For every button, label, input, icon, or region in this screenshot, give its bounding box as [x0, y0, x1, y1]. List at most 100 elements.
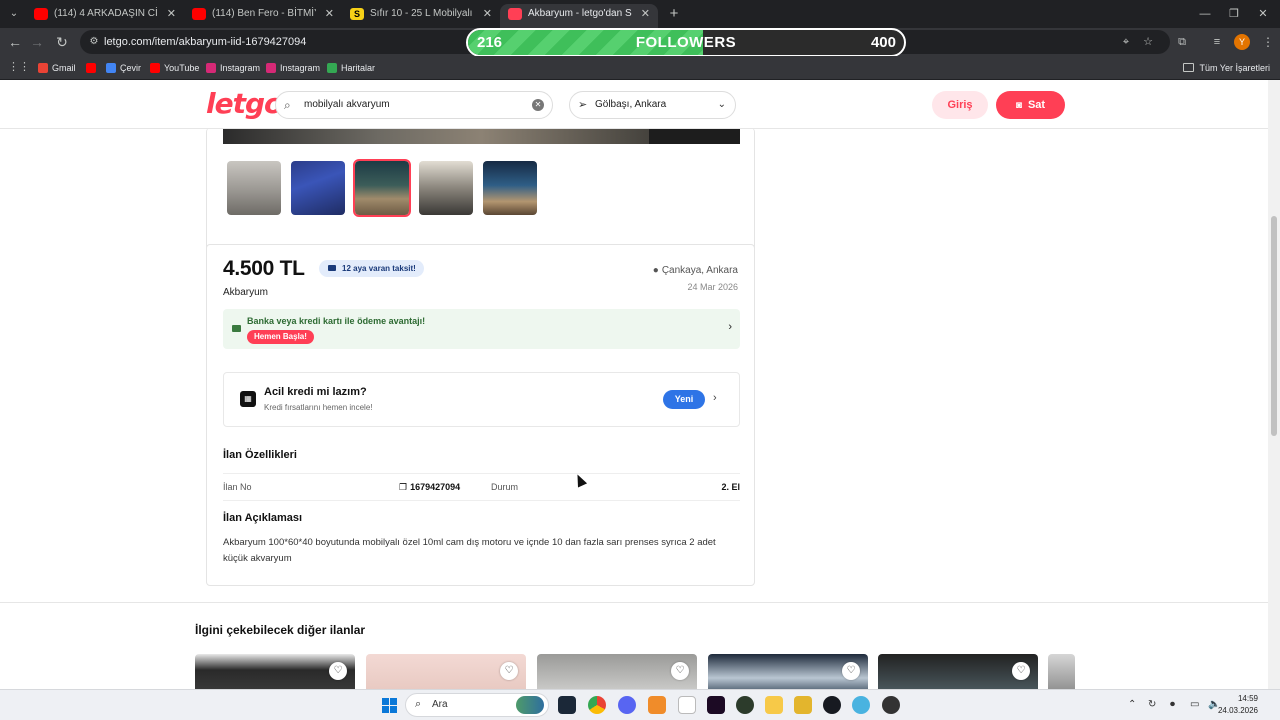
- heart-icon[interactable]: ♡: [842, 662, 860, 680]
- browser-tab-active[interactable]: Akbaryum - letgo'dan Sıfırında ✕: [500, 4, 658, 28]
- similar-listing-card[interactable]: ♡: [878, 654, 1038, 689]
- all-bookmarks-folder[interactable]: Tüm Yer İşaretleri: [1183, 60, 1270, 76]
- specs-row: İlan No ❐ 1679427094 Durum 2. El: [223, 473, 740, 501]
- promo-text: Banka veya kredi kartı ile ödeme avantaj…: [247, 316, 426, 326]
- urgent-credit-banner[interactable]: ▦ Acil kredi mi lazım? Kredi fırsatların…: [223, 372, 740, 427]
- heart-icon[interactable]: ♡: [329, 662, 347, 680]
- search-icon: ⌕: [415, 698, 422, 710]
- close-window-button[interactable]: ✕: [1248, 4, 1278, 24]
- scrollbar-thumb[interactable]: [1271, 216, 1277, 436]
- reload-icon[interactable]: ↻: [52, 32, 72, 52]
- credit-card-icon: [328, 265, 336, 271]
- settings-app-icon[interactable]: [852, 696, 870, 714]
- letgo-logo[interactable]: letgo: [206, 87, 283, 120]
- xbox-app-icon[interactable]: [736, 696, 754, 714]
- media-app-icon[interactable]: [707, 696, 725, 714]
- app-icon[interactable]: [794, 696, 812, 714]
- chevron-up-icon[interactable]: ⌃: [1128, 698, 1136, 712]
- app-icon[interactable]: [648, 696, 666, 714]
- bookmark-label: Haritalar: [341, 63, 376, 73]
- new-tab-button[interactable]: +: [664, 4, 684, 24]
- copy-icon[interactable]: ❐: [399, 482, 407, 492]
- similar-listing-card[interactable]: ♡: [537, 654, 697, 689]
- clear-search-icon[interactable]: ✕: [532, 99, 544, 111]
- location-pin-icon[interactable]: ⌖: [1117, 34, 1135, 50]
- bookmark-youtube[interactable]: YouTube: [150, 60, 199, 76]
- followers-label: FOLLOWERS: [635, 34, 737, 51]
- steam-icon[interactable]: [823, 696, 841, 714]
- close-tab-icon[interactable]: ✕: [483, 4, 492, 24]
- bookmark-translate[interactable]: Çevir: [106, 60, 141, 76]
- photo-thumbnail[interactable]: [291, 161, 345, 215]
- listing-description: Akbaryum 100*60*40 boyutunda mobilyalı ö…: [223, 537, 716, 564]
- photo-thumbnail[interactable]: [419, 161, 473, 215]
- sell-button[interactable]: ◙ Sat: [996, 91, 1065, 119]
- file-explorer-icon[interactable]: [765, 696, 783, 714]
- sync-icon[interactable]: ↻: [1148, 698, 1156, 712]
- similar-listing-card[interactable]: ♡: [195, 654, 355, 689]
- minimize-window-button[interactable]: —: [1190, 4, 1220, 24]
- restore-window-button[interactable]: ❐: [1219, 4, 1249, 24]
- browser-tab[interactable]: (114) Ben Fero - BİTMİYOR - Yo ✕: [184, 4, 342, 28]
- bookmark-maps[interactable]: Haritalar: [327, 60, 375, 76]
- similar-listing-card[interactable]: ♡: [366, 654, 526, 689]
- tab-search-chevron-icon[interactable]: ⌄: [4, 4, 24, 24]
- site-info-icon[interactable]: ⚙: [86, 34, 102, 50]
- browser-tab[interactable]: (114) 4 ARKADAŞIN CİN ÇAĞIR ✕: [26, 4, 184, 28]
- clock-date: 24.03.2026: [1217, 706, 1258, 715]
- site-header: letgo ⌕ mobilyalı akvaryum ✕ ➢ Gölbaşı, …: [0, 80, 1268, 129]
- taskbar-search-input[interactable]: ⌕ Ara: [405, 693, 549, 717]
- back-arrow-icon[interactable]: ←: [5, 32, 25, 52]
- game-app-icon[interactable]: [882, 696, 900, 714]
- bookmark-instagram[interactable]: Instagram: [206, 60, 260, 76]
- apps-grid-icon[interactable]: ⋮⋮: [8, 61, 30, 73]
- chrome-icon[interactable]: [588, 696, 606, 714]
- close-tab-icon[interactable]: ✕: [641, 4, 650, 24]
- media-control-icon[interactable]: ≡: [1207, 32, 1227, 52]
- browser-tab[interactable]: S Sıfır 10 - 25 L Mobilyalı Akvary ✕: [342, 4, 500, 28]
- bookmark-gmail[interactable]: Gmail: [38, 60, 76, 76]
- system-clock[interactable]: 14:59 24.03.2026: [1218, 693, 1258, 717]
- windows-taskbar: ⌕ Ara ⌃ ↻ ⏺ ▭ 🔈 14:59 24.03.2026: [0, 689, 1280, 720]
- listing-id-value[interactable]: ❐ 1679427094: [399, 482, 460, 493]
- close-tab-icon[interactable]: ✕: [325, 4, 334, 24]
- payment-promo-banner[interactable]: Banka veya kredi kartı ile ödeme avantaj…: [223, 309, 740, 349]
- microphone-icon[interactable]: ⏺: [1170, 698, 1175, 712]
- bookmark-instagram[interactable]: Instagram: [266, 60, 320, 76]
- display-icon[interactable]: ▭: [1190, 698, 1199, 712]
- listing-id-label: İlan No: [223, 482, 252, 492]
- close-tab-icon[interactable]: ✕: [167, 4, 176, 24]
- navigation-arrow-icon: ➢: [578, 99, 588, 111]
- photo-thumbnail[interactable]: [227, 161, 281, 215]
- similar-listing-card[interactable]: ♡: [708, 654, 868, 689]
- bookmark-star-icon[interactable]: ☆: [1139, 34, 1157, 50]
- search-value: mobilyalı akvaryum: [304, 99, 390, 110]
- listing-detail-card: 4.500 TL 12 aya varan taksit! Akbaryum ●…: [206, 244, 755, 586]
- steam-icon[interactable]: [558, 696, 576, 714]
- discord-icon[interactable]: [618, 696, 636, 714]
- forward-arrow-icon[interactable]: →: [27, 32, 47, 52]
- start-now-button[interactable]: Hemen Başla!: [247, 330, 314, 344]
- heart-icon[interactable]: ♡: [671, 662, 689, 680]
- bookmark-label: Gmail: [52, 63, 76, 73]
- main-photo[interactable]: [223, 128, 740, 144]
- listing-location: ● Çankaya, Ankara: [653, 265, 738, 276]
- photo-thumbnail-selected[interactable]: [353, 159, 411, 217]
- windows-start-icon[interactable]: [382, 698, 397, 713]
- page-scrollbar[interactable]: [1268, 80, 1280, 689]
- condition-value: 2. El: [721, 482, 740, 492]
- login-button[interactable]: Giriş: [932, 91, 988, 119]
- heart-icon[interactable]: ♡: [500, 662, 518, 680]
- location-selector[interactable]: ➢ Gölbaşı, Ankara ⌄: [569, 91, 736, 119]
- bookmark-youtube-icon-only[interactable]: [86, 60, 96, 76]
- search-input[interactable]: ⌕ mobilyalı akvaryum ✕: [275, 91, 553, 119]
- profile-avatar[interactable]: Y: [1234, 34, 1250, 50]
- heart-icon[interactable]: ♡: [1012, 662, 1030, 680]
- chevron-right-icon: ›: [728, 321, 732, 333]
- photo-thumbnail[interactable]: [483, 161, 537, 215]
- extensions-icon[interactable]: ⧉: [1172, 32, 1192, 52]
- file-icon[interactable]: [678, 696, 696, 714]
- similar-listing-card[interactable]: [1048, 654, 1075, 689]
- more-menu-icon[interactable]: ⋮: [1258, 32, 1278, 52]
- letgo-icon: [508, 8, 522, 20]
